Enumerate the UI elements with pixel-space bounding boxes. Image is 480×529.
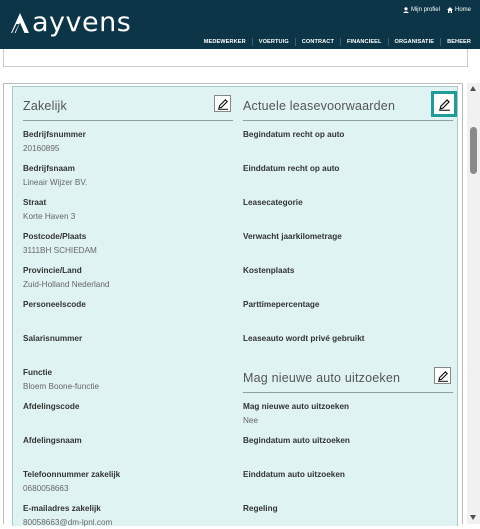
top-navigation-bar: ayvens Mijn profiel Home MEDEWERKER VOER…	[0, 0, 480, 49]
field-label: Bedrijfsnummer	[23, 130, 86, 139]
nav-voertuig[interactable]: VOERTUIG	[251, 38, 295, 46]
left-column: Zakelijk Bedrijfsnummer 20160895 Bedrijf…	[23, 87, 233, 529]
field-bedrijfsnaam: Bedrijfsnaam Lineair Wijzer BV.	[23, 155, 233, 189]
field-label: Bedrijfsnaam	[23, 164, 75, 173]
field-bedrijfsnummer: Bedrijfsnummer 20160895	[23, 121, 233, 155]
field-label: Parttimepercentage	[243, 300, 320, 309]
home-icon	[446, 7, 453, 13]
pencil-icon	[437, 370, 448, 382]
field-kostenplaats: Kostenplaats	[243, 257, 453, 291]
field-postcode-plaats: Postcode/Plaats 3111BH SCHIEDAM	[23, 223, 233, 257]
user-links: Mijn profiel Home	[402, 7, 471, 13]
brand-logo[interactable]: ayvens	[10, 7, 132, 38]
field-value: 3111BH SCHIEDAM	[23, 246, 97, 255]
field-begindatum-uitzoeken: Begindatum auto uitzoeken	[243, 427, 453, 461]
scroll-up-arrow-icon[interactable]	[470, 86, 476, 91]
pencil-icon	[438, 98, 450, 111]
field-label: Personeelscode	[23, 300, 86, 309]
edit-zakelijk-button[interactable]	[214, 95, 231, 112]
field-label: Afdelingscode	[23, 402, 80, 411]
field-label: Begindatum recht op auto	[243, 130, 345, 139]
field-salarisnummer: Salarisnummer	[23, 325, 233, 359]
nav-contract[interactable]: CONTRACT	[294, 38, 340, 46]
field-label: Begindatum auto uitzoeken	[243, 436, 350, 445]
nav-organisatie[interactable]: ORGANISATIE	[387, 38, 441, 46]
field-label: Provincie/Land	[23, 266, 82, 275]
field-telefoonnummer-zakelijk: Telefoonnummer zakelijk 0680058663	[23, 461, 233, 495]
sub-bar	[3, 49, 468, 67]
field-leaseauto-prive: Leaseauto wordt privé gebruikt	[243, 325, 453, 359]
field-mag-nieuwe-auto: Mag nieuwe auto uitzoeken Nee	[243, 393, 453, 427]
field-label: Regeling	[243, 504, 278, 513]
field-straat: Straat Korte Haven 3	[23, 189, 233, 223]
nav-medewerker[interactable]: MEDEWERKER	[198, 38, 252, 46]
section-title: Zakelijk	[23, 99, 67, 113]
right-column: Actuele leasevoorwaarden Begindatum rech…	[243, 87, 457, 529]
field-afdelingscode: Afdelingscode	[23, 393, 233, 427]
field-value: Korte Haven 3	[23, 212, 76, 221]
field-einddatum-recht: Einddatum recht op auto	[243, 155, 453, 189]
user-icon	[402, 7, 409, 13]
my-profile-label: Mijn profiel	[410, 7, 440, 13]
field-label: Leaseauto wordt privé gebruikt	[243, 334, 365, 343]
my-profile-link[interactable]: Mijn profiel	[402, 7, 440, 13]
scrollbar-thumb[interactable]	[470, 127, 477, 174]
field-value: Lineair Wijzer BV.	[23, 178, 88, 187]
nav-financieel[interactable]: FINANCIEEL	[339, 38, 388, 46]
section-header-mag-nieuwe-auto: Mag nieuwe auto uitzoeken	[243, 359, 453, 393]
field-einddatum-uitzoeken: Einddatum auto uitzoeken	[243, 461, 453, 495]
home-link[interactable]: Home	[446, 7, 471, 13]
section-header-leasevoorwaarden: Actuele leasevoorwaarden	[243, 87, 457, 121]
field-leasecategorie: Leasecategorie	[243, 189, 453, 223]
field-label: Telefoonnummer zakelijk	[23, 470, 121, 479]
field-label: Afdelingsnaam	[23, 436, 82, 445]
field-value: Nee	[243, 416, 259, 425]
details-panel: Zakelijk Bedrijfsnummer 20160895 Bedrijf…	[12, 86, 458, 529]
field-label: Kostenplaats	[243, 266, 295, 275]
field-label: Leasecategorie	[243, 198, 303, 207]
field-afdelingsnaam: Afdelingsnaam	[23, 427, 233, 461]
edit-leasevoorwaarden-button[interactable]	[431, 91, 457, 117]
field-value: Bloem Boone-functie	[23, 382, 100, 391]
field-label: Salarisnummer	[23, 334, 83, 343]
brand-name: ayvens	[32, 7, 132, 38]
field-verwacht-jaarkilometrage: Verwacht jaarkilometrage	[243, 223, 453, 257]
content-frame: Zakelijk Bedrijfsnummer 20160895 Bedrijf…	[3, 83, 463, 529]
field-label: Functie	[23, 368, 53, 377]
field-label: Mag nieuwe auto uitzoeken	[243, 402, 349, 411]
home-label: Home	[454, 7, 471, 13]
field-label: Straat	[23, 198, 47, 207]
field-value: 20160895	[23, 144, 60, 153]
vertical-scrollbar[interactable]	[467, 83, 480, 524]
field-label: E-mailadres zakelijk	[23, 504, 101, 513]
field-label: Verwacht jaarkilometrage	[243, 232, 342, 241]
field-functie: Functie Bloem Boone-functie	[23, 359, 233, 393]
scroll-down-arrow-icon[interactable]	[470, 515, 476, 520]
brand-logo-icon	[11, 13, 29, 33]
field-value: 80058663@dm-lpnl.com	[23, 518, 113, 527]
section-title: Mag nieuwe auto uitzoeken	[243, 371, 401, 385]
field-begindatum-recht: Begindatum recht op auto	[243, 121, 453, 155]
main-nav: MEDEWERKER VOERTUIG CONTRACT FINANCIEEL …	[198, 38, 477, 46]
edit-mag-nieuwe-auto-button[interactable]	[434, 367, 451, 384]
field-label: Einddatum recht op auto	[243, 164, 340, 173]
field-value: 0680058663	[23, 484, 69, 493]
field-label: Einddatum auto uitzoeken	[243, 470, 345, 479]
section-title: Actuele leasevoorwaarden	[243, 99, 396, 113]
field-label: Postcode/Plaats	[23, 232, 87, 241]
pencil-icon	[217, 98, 228, 110]
section-header-zakelijk: Zakelijk	[23, 87, 233, 121]
field-parttimepercentage: Parttimepercentage	[243, 291, 453, 325]
field-value: Zuid-Holland Nederland	[23, 280, 110, 289]
field-personeelscode: Personeelscode	[23, 291, 233, 325]
nav-beheer[interactable]: BEHEER	[440, 38, 477, 46]
field-provincie-land: Provincie/Land Zuid-Holland Nederland	[23, 257, 233, 291]
